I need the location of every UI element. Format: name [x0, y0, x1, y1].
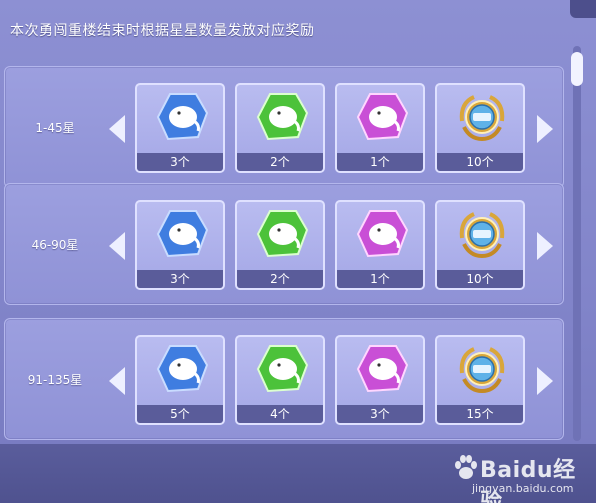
reward-count: 5个 [137, 405, 223, 423]
vertical-scrollbar[interactable] [568, 46, 586, 441]
panel-title: 本次勇闯重楼结束时根据星星数量发放对应奖励 [10, 23, 315, 39]
pink-whale-gem-icon [356, 210, 408, 258]
blue-whale-gem-icon [156, 210, 208, 258]
reward-slot[interactable]: 1个 [335, 83, 425, 173]
reward-slot[interactable]: 10个 [435, 83, 525, 173]
reward-count: 3个 [137, 270, 223, 288]
reward-slot[interactable]: 2个 [235, 200, 325, 290]
scroll-thumb[interactable] [571, 52, 583, 86]
reward-slot[interactable]: 5个 [135, 335, 225, 425]
reward-count: 1个 [337, 153, 423, 171]
reward-count: 4个 [237, 405, 323, 423]
reward-slot[interactable]: 2个 [235, 83, 325, 173]
gold-medal-icon [459, 347, 505, 394]
reward-count: 2个 [237, 153, 323, 171]
next-arrow-icon[interactable] [537, 232, 553, 260]
next-arrow-icon[interactable] [537, 367, 553, 395]
green-whale-gem-icon [256, 93, 308, 141]
gold-medal-icon [459, 95, 505, 142]
blue-whale-gem-icon [156, 345, 208, 393]
tier-row: 1-45星 3个 2个 1个 10个 [4, 66, 564, 188]
tier-range-label: 46-90星 [31, 237, 79, 252]
prev-arrow-icon[interactable] [109, 115, 125, 143]
pink-whale-gem-icon [356, 345, 408, 393]
prev-arrow-icon[interactable] [109, 367, 125, 395]
reward-count: 3个 [137, 153, 223, 171]
pink-whale-gem-icon [356, 93, 408, 141]
reward-slot[interactable]: 1个 [335, 200, 425, 290]
reward-slot[interactable]: 10个 [435, 200, 525, 290]
reward-count: 3个 [337, 405, 423, 423]
panel-corner [570, 0, 596, 18]
baidu-watermark: Baidu经验 jingyan.baidu.com [452, 452, 592, 503]
reward-panel: 本次勇闯重楼结束时根据星星数量发放对应奖励 1-45星 3个 2个 1个 10个 [0, 0, 596, 503]
gold-medal-icon [459, 212, 505, 259]
prev-arrow-icon[interactable] [109, 232, 125, 260]
tier-row: 91-135星 5个 4个 3个 15个 [4, 318, 564, 440]
tier-row: 46-90星 3个 2个 1个 10个 [4, 183, 564, 305]
green-whale-gem-icon [256, 345, 308, 393]
reward-count: 1个 [337, 270, 423, 288]
next-arrow-icon[interactable] [537, 115, 553, 143]
watermark-brand: Baidu经验 [480, 458, 576, 503]
reward-count: 10个 [437, 270, 523, 288]
reward-count: 15个 [437, 405, 523, 423]
paw-logo-icon [455, 455, 477, 479]
reward-slot[interactable]: 3个 [335, 335, 425, 425]
watermark-url: jingyan.baidu.com [472, 482, 574, 495]
reward-slot[interactable]: 3个 [135, 83, 225, 173]
reward-slot[interactable]: 4个 [235, 335, 325, 425]
reward-slot[interactable]: 15个 [435, 335, 525, 425]
blue-whale-gem-icon [156, 93, 208, 141]
reward-count: 2个 [237, 270, 323, 288]
tier-range-label: 91-135星 [27, 372, 83, 387]
tier-range-label: 1-45星 [35, 120, 75, 135]
green-whale-gem-icon [256, 210, 308, 258]
reward-count: 10个 [437, 153, 523, 171]
scroll-track[interactable] [573, 46, 581, 441]
reward-slot[interactable]: 3个 [135, 200, 225, 290]
tier-list[interactable]: 1-45星 3个 2个 1个 10个 46-90星 3个 2个 1个 10个 9… [4, 46, 566, 441]
